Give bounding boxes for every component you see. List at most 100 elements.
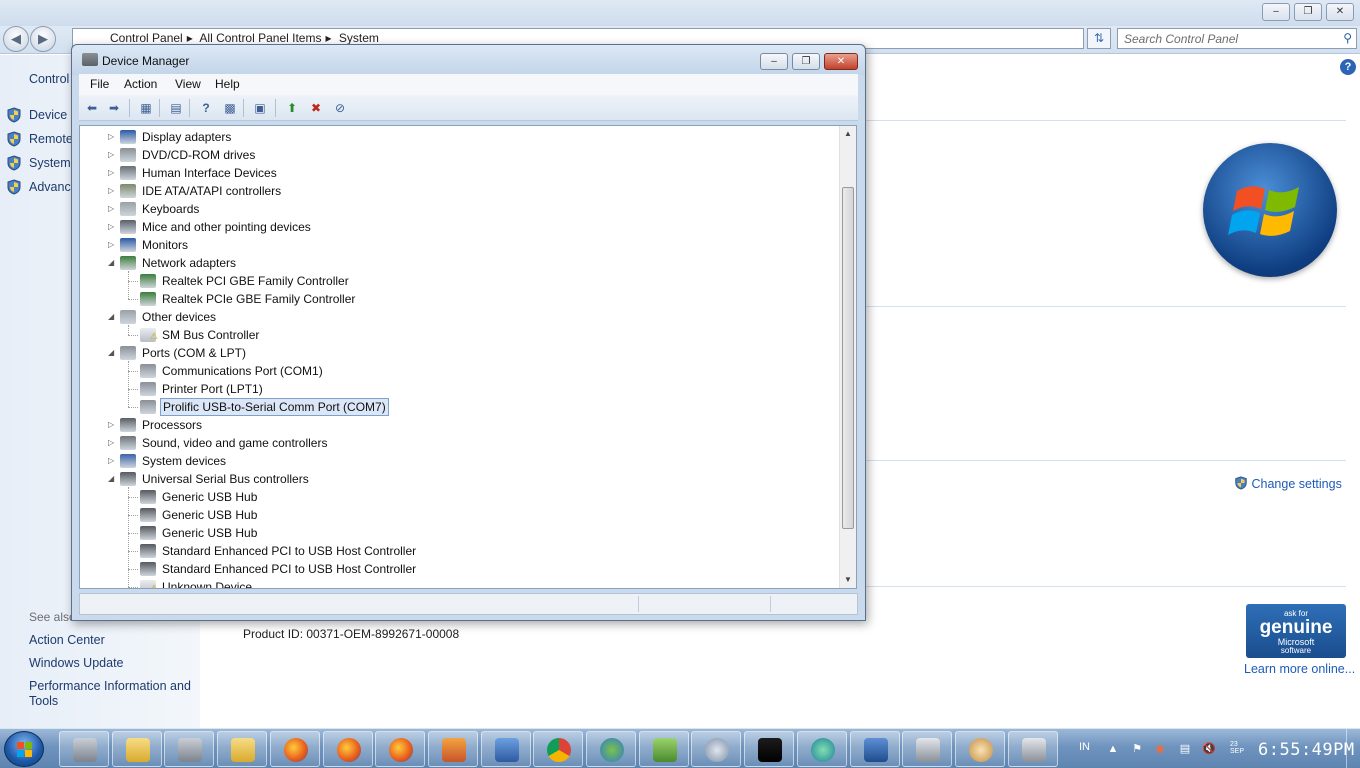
tree-collapse-icon[interactable]: ◢ xyxy=(108,254,118,272)
tree-expand-icon[interactable]: ▷ xyxy=(108,236,118,254)
tree-expand-icon[interactable]: ▷ xyxy=(108,452,118,470)
tree-collapse-icon[interactable]: ◢ xyxy=(108,308,118,326)
tree-category[interactable]: ▷ DVD/CD-ROM drives xyxy=(80,146,835,164)
taskbar-app-button[interactable] xyxy=(954,731,1005,767)
properties-icon[interactable]: ▤ xyxy=(167,99,185,117)
uninstall-device-icon[interactable]: ✖ xyxy=(307,99,325,117)
taskbar-app-button[interactable] xyxy=(375,731,426,767)
search-icon[interactable]: ⚲ xyxy=(1343,31,1352,45)
tree-category[interactable]: ◢ Other devices xyxy=(80,308,835,326)
tree-category[interactable]: ◢ Universal Serial Bus controllers xyxy=(80,470,835,488)
tree-expand-icon[interactable]: ▷ xyxy=(108,434,118,452)
tree-device[interactable]: ⚠ Unknown Device xyxy=(80,578,835,588)
vertical-scrollbar[interactable]: ▲ ▼ xyxy=(839,126,856,588)
taskbar-app-button[interactable] xyxy=(322,731,373,767)
breadcrumb[interactable]: Control Panel ▸ All Control Panel Items ▸ … xyxy=(110,31,383,45)
scroll-thumb[interactable] xyxy=(842,187,854,529)
scan-hardware-icon[interactable]: ▣ xyxy=(251,99,269,117)
sidebar-item-remote-settings[interactable]: Remote xyxy=(29,132,73,146)
minimize-button[interactable]: – xyxy=(1262,3,1290,21)
menu-help[interactable]: Help xyxy=(215,77,240,91)
tree-device[interactable]: Standard Enhanced PCI to USB Host Contro… xyxy=(80,560,835,578)
taskbar-app-button[interactable] xyxy=(586,731,636,767)
tree-expand-icon[interactable]: ▷ xyxy=(108,128,118,146)
tree-expand-icon[interactable]: ▷ xyxy=(108,416,118,434)
taskbar-app-button[interactable] xyxy=(744,731,795,767)
scroll-down-icon[interactable]: ▼ xyxy=(840,572,856,588)
sidebar-header-link[interactable]: Control xyxy=(29,72,69,86)
show-desktop-button[interactable] xyxy=(1346,729,1360,768)
tree-device[interactable]: Generic USB Hub xyxy=(80,488,835,506)
help-icon[interactable]: ? xyxy=(197,99,215,117)
tree-expand-icon[interactable]: ▷ xyxy=(108,218,118,236)
tree-device[interactable]: Realtek PCI GBE Family Controller xyxy=(80,272,835,290)
update-driver-icon[interactable]: ⬆ xyxy=(283,99,301,117)
tree-device[interactable]: Realtek PCIe GBE Family Controller xyxy=(80,290,835,308)
tree-category[interactable]: ▷ IDE ATA/ATAPI controllers xyxy=(80,182,835,200)
taskbar-app-button[interactable] xyxy=(480,731,531,767)
menu-action[interactable]: Action xyxy=(124,77,157,91)
tree-collapse-icon[interactable]: ◢ xyxy=(108,344,118,362)
antivirus-icon[interactable]: ◉ xyxy=(1153,742,1167,756)
tree-expand-icon[interactable]: ▷ xyxy=(108,182,118,200)
menu-view[interactable]: View xyxy=(175,77,201,91)
taskbar-app-button[interactable] xyxy=(164,731,215,767)
breadcrumb-control-panel[interactable]: Control Panel xyxy=(110,31,183,45)
tree-category[interactable]: ▷ Human Interface Devices xyxy=(80,164,835,182)
taskbar-app-button[interactable] xyxy=(849,731,900,767)
tree-collapse-icon[interactable]: ◢ xyxy=(108,470,118,488)
forward-arrow-icon[interactable]: ➡ xyxy=(105,99,123,117)
taskbar-app-button[interactable] xyxy=(902,731,953,767)
breadcrumb-all-items[interactable]: All Control Panel Items xyxy=(199,31,321,45)
tree-category[interactable]: ▷ Mice and other pointing devices xyxy=(80,218,835,236)
disable-device-icon[interactable]: ⊘ xyxy=(331,99,349,117)
taskbar-app-button[interactable] xyxy=(533,731,584,767)
tree-device[interactable]: Generic USB Hub xyxy=(80,506,835,524)
refresh-button[interactable]: ⇅ xyxy=(1087,28,1111,49)
device-tree[interactable]: ▷ Display adapters ▷ DVD/CD-ROM drives ▷ Huma… xyxy=(79,125,857,589)
tree-expand-icon[interactable]: ▷ xyxy=(108,164,118,182)
search-input[interactable] xyxy=(1124,31,1334,46)
console-tree-icon[interactable]: ▦ xyxy=(137,99,155,117)
genuine-microsoft-badge[interactable]: ask for genuine Microsoft software xyxy=(1246,604,1346,658)
volume-muted-icon[interactable]: 🔇 xyxy=(1202,742,1216,756)
tree-category[interactable]: ▷ Monitors xyxy=(80,236,835,254)
tree-category[interactable]: ◢ Network adapters xyxy=(80,254,835,272)
tree-device[interactable]: Generic USB Hub xyxy=(80,524,835,542)
taskbar-app-button[interactable] xyxy=(217,731,268,767)
tree-device[interactable]: Prolific USB-to-Serial Comm Port (COM7) xyxy=(80,398,835,416)
tree-category[interactable]: ▷ Processors xyxy=(80,416,835,434)
maximize-button[interactable]: ❐ xyxy=(792,53,820,70)
menu-file[interactable]: File xyxy=(90,77,109,91)
action-pane-icon[interactable]: ▩ xyxy=(221,99,239,117)
show-hidden-icons-icon[interactable]: ▲ xyxy=(1106,742,1120,756)
taskbar-app-button[interactable] xyxy=(269,731,320,767)
tree-category[interactable]: ▷ Display adapters xyxy=(80,128,835,146)
maximize-button[interactable]: ❐ xyxy=(1294,3,1322,21)
minimize-button[interactable]: – xyxy=(760,53,788,70)
see-also-action-center[interactable]: Action Center xyxy=(29,633,105,647)
taskbar-app-button[interactable] xyxy=(59,731,109,767)
tree-category[interactable]: ◢ Ports (COM & LPT) xyxy=(80,344,835,362)
device-manager-titlebar[interactable]: Device Manager – ❐ ✕ xyxy=(72,45,865,75)
tree-category[interactable]: ▷ Sound, video and game controllers xyxy=(80,434,835,452)
close-button[interactable]: ✕ xyxy=(824,53,858,70)
tray-clock[interactable]: 6:55:49PM xyxy=(1258,740,1355,760)
taskbar-app-button[interactable] xyxy=(427,731,478,767)
tree-device[interactable]: Communications Port (COM1) xyxy=(80,362,835,380)
taskbar-app-button[interactable] xyxy=(691,731,742,767)
learn-more-link[interactable]: Learn more online... xyxy=(1244,662,1355,676)
tree-category[interactable]: ▷ Keyboards xyxy=(80,200,835,218)
forward-button[interactable]: ▶ xyxy=(30,26,56,52)
tree-expand-icon[interactable]: ▷ xyxy=(108,200,118,218)
sidebar-item-system-protection[interactable]: System xyxy=(29,156,71,170)
see-also-performance-info[interactable]: Performance Information and Tools xyxy=(29,679,194,709)
back-button[interactable]: ◀ xyxy=(3,26,29,52)
scroll-up-icon[interactable]: ▲ xyxy=(840,126,856,142)
language-indicator[interactable]: IN xyxy=(1079,741,1090,753)
breadcrumb-system[interactable]: System xyxy=(339,31,379,45)
back-arrow-icon[interactable]: ⬅ xyxy=(83,99,101,117)
taskbar-app-button[interactable] xyxy=(796,731,847,767)
network-icon[interactable]: ▤ xyxy=(1178,742,1192,756)
tray-date[interactable]: 23 SEP xyxy=(1230,741,1244,755)
